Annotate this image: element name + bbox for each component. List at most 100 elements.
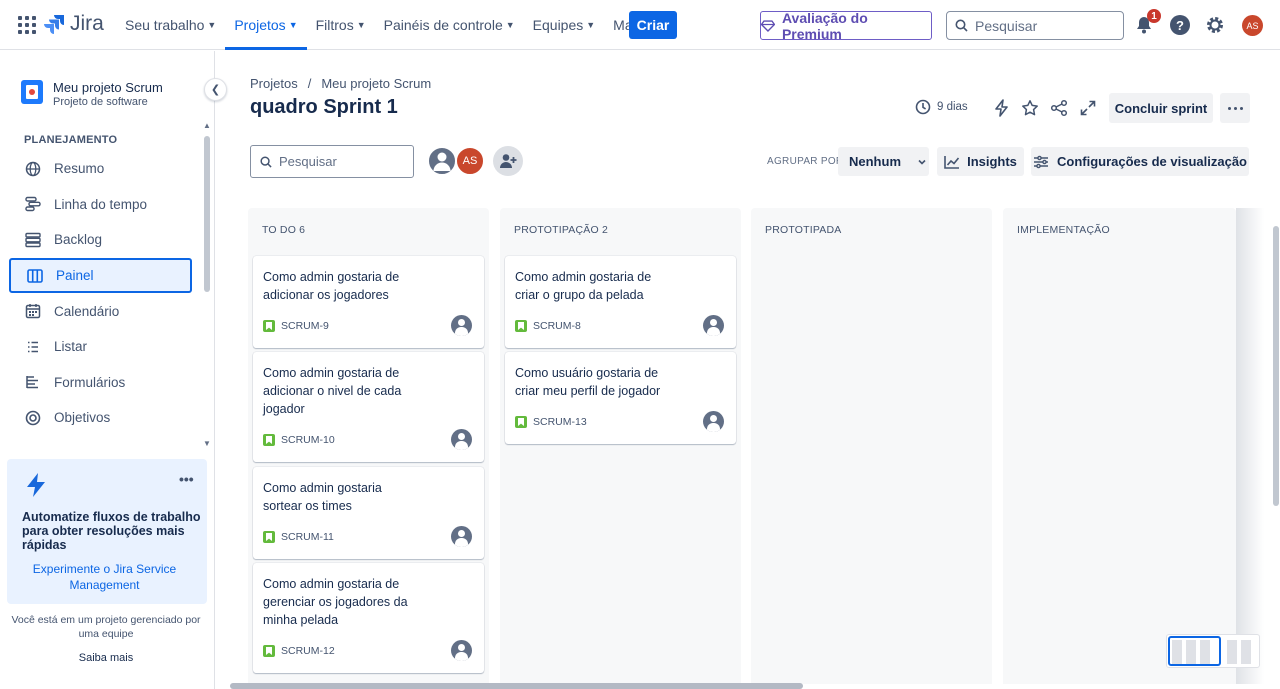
nav-label: Projetos	[234, 17, 286, 33]
minimap-viewport[interactable]	[1168, 636, 1221, 666]
sidebar-item-label: Backlog	[54, 232, 103, 248]
issue-summary: Como usuário gostaria de criar meu perfi…	[515, 366, 661, 398]
issue-card[interactable]: Como admin gostaria sortear os times SCR…	[253, 467, 484, 559]
assignee-avatar[interactable]	[703, 315, 724, 336]
star-icon[interactable]	[1020, 98, 1040, 118]
group-by-select[interactable]: Nenhum	[838, 147, 929, 176]
board-column-prototipada: PROTOTIPADA	[751, 208, 992, 684]
app-switcher-icon[interactable]	[18, 16, 36, 34]
diamond-icon	[761, 19, 775, 32]
column-header: IMPLEMENTAÇÃO	[1017, 224, 1110, 236]
issue-card[interactable]: Como admin gostaria de adicionar os joga…	[253, 256, 484, 348]
issue-card[interactable]: Como admin gostaria de adicionar o nivel…	[253, 352, 484, 462]
board-icon	[27, 268, 43, 283]
add-person-icon	[500, 154, 517, 168]
assignee-avatar[interactable]	[451, 526, 472, 547]
issue-card[interactable]: Como usuário gostaria de criar meu perfi…	[505, 352, 736, 444]
unassigned-avatar-filter[interactable]	[427, 146, 457, 176]
story-icon	[263, 320, 275, 332]
chevron-down-icon	[918, 159, 926, 165]
nav-filtros[interactable]: Filtros ▼	[307, 0, 375, 50]
board-overflow-fade	[1236, 208, 1264, 684]
breadcrumb-project[interactable]: Meu projeto Scrum	[321, 76, 431, 91]
sprint-time-remaining[interactable]: 9 dias	[915, 99, 968, 115]
sidebar-item-resumo[interactable]: Resumo	[9, 151, 192, 187]
assignee-avatar[interactable]	[451, 640, 472, 661]
board-vertical-scroll-thumb[interactable]	[1273, 226, 1279, 506]
nav-seu-trabalho[interactable]: Seu trabalho ▼	[116, 0, 225, 50]
list-icon	[28, 341, 38, 353]
more-options-icon[interactable]: •••	[179, 471, 194, 487]
sidebar-item-label: Listar	[54, 339, 88, 355]
assignee-avatar[interactable]	[451, 429, 472, 450]
learn-more-link[interactable]: Saiba mais	[6, 652, 206, 664]
fullscreen-icon[interactable]	[1078, 98, 1098, 118]
column-header: PROTOTIPAÇÃO 2	[514, 224, 609, 236]
sidebar-item-calendario[interactable]: Calendário	[9, 293, 192, 329]
issue-summary: Como admin gostaria de adicionar os joga…	[263, 270, 400, 302]
sidebar-item-objetivos[interactable]: Objetivos	[9, 400, 192, 436]
premium-trial-button[interactable]: Avaliação do Premium	[760, 10, 932, 42]
sidebar-item-label: Linha do tempo	[54, 196, 148, 212]
sidebar-item-label: Formulários	[54, 374, 126, 390]
promo-title: Automatize fluxos de trabalho para obter…	[22, 510, 201, 552]
help-icon[interactable]: ?	[1170, 15, 1190, 35]
issue-key[interactable]: SCRUM-9	[281, 320, 329, 332]
nav-paineis[interactable]: Painéis de controle ▼	[375, 0, 524, 50]
promo-link[interactable]: Experimente o Jira Service Management	[22, 561, 187, 593]
chevron-down-icon: ▼	[356, 20, 366, 30]
goals-icon	[25, 410, 41, 426]
user-avatar-filter[interactable]: AS	[455, 146, 485, 176]
project-header[interactable]: Meu projeto Scrum Projeto de software	[21, 80, 163, 108]
chevron-down-icon: ▼	[207, 20, 217, 30]
share-icon[interactable]	[1049, 98, 1069, 118]
collapse-sidebar-button[interactable]: ❮	[204, 78, 227, 101]
clock-icon	[915, 99, 931, 115]
issue-key[interactable]: SCRUM-8	[533, 320, 581, 332]
more-actions-button[interactable]	[1220, 93, 1250, 123]
board-horizontal-scroll-thumb[interactable]	[230, 683, 803, 689]
assignee-avatar[interactable]	[703, 411, 724, 432]
gear-icon[interactable]	[1205, 15, 1225, 35]
issue-key[interactable]: SCRUM-12	[281, 645, 335, 657]
automation-lightning-icon[interactable]	[992, 98, 1012, 118]
sidebar-item-painel[interactable]: Painel	[9, 257, 192, 294]
chevron-down-icon: ▼	[505, 20, 515, 30]
column-header: TO DO 6	[262, 224, 306, 236]
issue-key[interactable]: SCRUM-10	[281, 434, 335, 446]
nav-projetos[interactable]: Projetos ▼	[225, 0, 307, 50]
sidebar-scroll-thumb[interactable]	[204, 136, 210, 292]
scroll-up-arrow-icon[interactable]: ▲	[203, 121, 211, 130]
issue-key-row: SCRUM-13	[515, 416, 587, 428]
issue-card[interactable]: Como admin gostaria de criar o grupo da …	[505, 256, 736, 348]
timeline-icon	[25, 197, 41, 212]
sidebar-item-linha-do-tempo[interactable]: Linha do tempo	[9, 187, 192, 223]
assignee-avatar[interactable]	[451, 315, 472, 336]
issue-key[interactable]: SCRUM-13	[533, 416, 587, 428]
breadcrumb-projetos[interactable]: Projetos	[250, 76, 298, 91]
board-minimap[interactable]	[1166, 634, 1260, 668]
complete-sprint-button[interactable]: Concluir sprint	[1109, 93, 1213, 123]
page-title: quadro Sprint 1	[250, 96, 398, 118]
nav-label: Painéis de controle	[383, 17, 503, 33]
main-nav: Seu trabalho ▼ Projetos ▼ Filtros ▼ Painéis…	[116, 0, 664, 50]
story-icon	[515, 416, 527, 428]
user-avatar[interactable]: AS	[1242, 15, 1263, 36]
scroll-down-arrow-icon[interactable]: ▼	[203, 439, 211, 448]
board-search-input[interactable]: Pesquisar	[250, 145, 414, 178]
breadcrumb: Projetos / Meu projeto Scrum	[250, 76, 431, 91]
sidebar-item-formularios[interactable]: Formulários	[9, 365, 192, 401]
lightning-bolt-icon	[27, 473, 45, 497]
view-settings-button[interactable]: Configurações de visualização	[1031, 147, 1249, 176]
sidebar-item-listar[interactable]: Listar	[9, 329, 192, 365]
global-search-input[interactable]: Pesquisar	[946, 11, 1124, 40]
add-people-button[interactable]	[493, 146, 523, 176]
sidebar-item-label: Resumo	[54, 161, 105, 177]
create-button[interactable]: Criar	[629, 11, 677, 39]
sidebar-item-backlog[interactable]: Backlog	[9, 222, 192, 258]
insights-button[interactable]: Insights	[937, 147, 1024, 176]
nav-equipes[interactable]: Equipes ▼	[524, 0, 605, 50]
issue-key[interactable]: SCRUM-11	[281, 531, 334, 543]
issue-card[interactable]: Como admin gostaria de gerenciar os joga…	[253, 563, 484, 673]
jira-logo[interactable]: Jira	[44, 12, 104, 36]
